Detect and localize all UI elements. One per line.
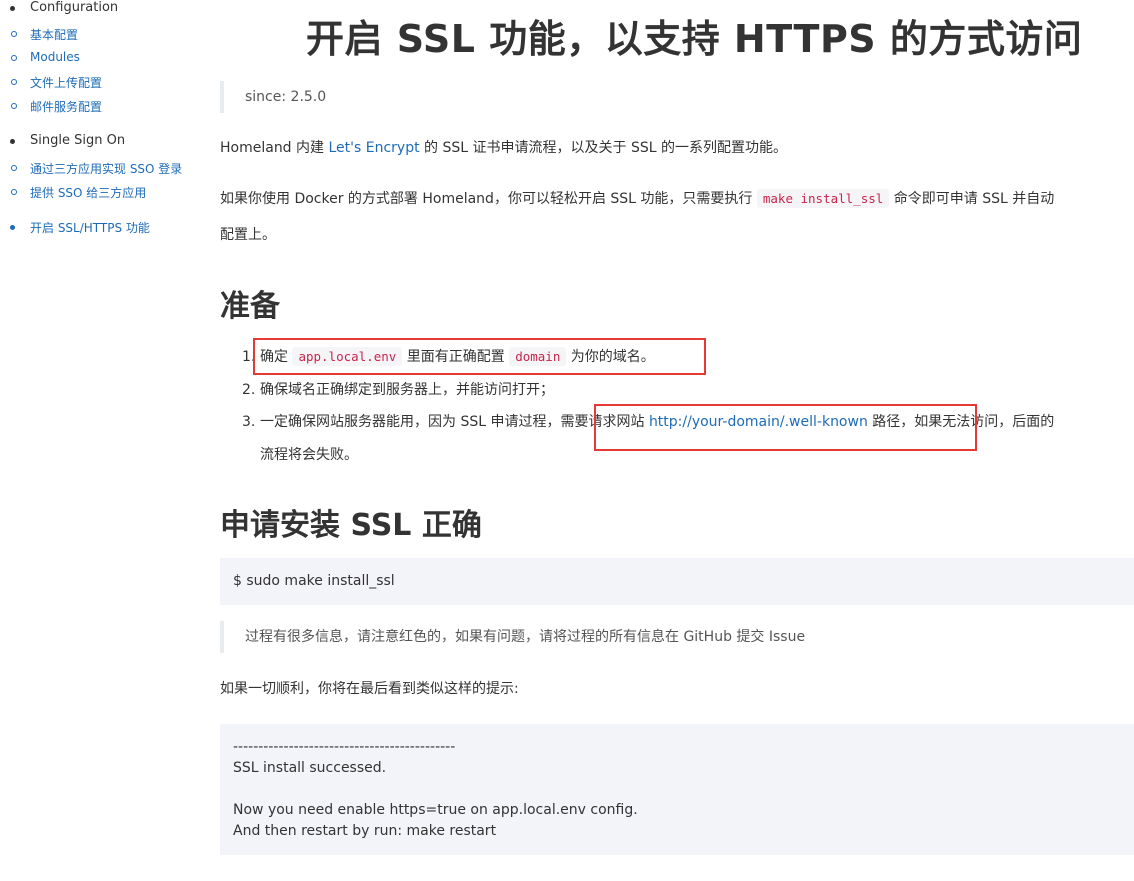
sidebar-item-label: 邮件服务配置 (30, 100, 103, 114)
main-content: 开启 SSL 功能，以支持 HTTPS 的方式访问 since: 2.5.0 H… (220, 0, 1134, 881)
docker-paragraph-line2: 配置上。 (220, 227, 276, 243)
sidebar: Configuration 基本配置 Modules 文件上传配置 邮件服务配置… (0, 0, 200, 881)
sidebar-item-label: 通过三方应用实现 SSO 登录 (30, 162, 183, 176)
bullet-icon (10, 225, 15, 230)
output-line: SSL install successed. (233, 760, 387, 776)
sidebar-item-label: 文件上传配置 (30, 76, 103, 90)
docker-paragraph: 如果你使用 Docker 的方式部署 Homeland，你可以轻松开启 SSL … (220, 189, 1054, 209)
lets-encrypt-link[interactable]: Let's Encrypt (328, 140, 419, 156)
intro-paragraph: Homeland 内建 Let's Encrypt 的 SSL 证书申请流程，以… (220, 138, 787, 158)
docker-suffix: 命令即可申请 SSL 并自动 (889, 191, 1055, 207)
install-command-text: $ sudo make install_ssl (233, 573, 395, 589)
sidebar-item-label: Modules (30, 50, 80, 64)
sidebar-item-label: 提供 SSO 给三方应用 (30, 186, 147, 200)
circle-bullet-icon (11, 31, 17, 37)
item3-prefix: 一定确保网站服务器能用，因为 SSL 申请过程，需要请求网站 (260, 414, 649, 430)
sidebar-section-label: Single Sign On (30, 133, 126, 148)
circle-bullet-icon (11, 55, 17, 61)
list-item-text: 确保域名正确绑定到服务器上，并能访问打开； (260, 382, 554, 398)
since-text: since: 2.5.0 (245, 89, 327, 105)
output-code-block: ----------------------------------------… (220, 724, 1134, 855)
circle-bullet-icon (11, 165, 17, 171)
output-line: And then restart by run: make restart (233, 823, 497, 839)
output-line: ----------------------------------------… (233, 739, 456, 755)
list-item-text: 流程将会失败。 (260, 447, 358, 463)
success-intro-paragraph: 如果一切顺利，你将在最后看到类似这样的提示: (220, 681, 519, 697)
circle-bullet-icon (11, 79, 17, 85)
install-note-text: 过程有很多信息，请注意红色的，如果有问题，请将过程的所有信息在 GitHub 提… (245, 629, 806, 645)
output-line: Now you need enable https=true on app.lo… (233, 802, 638, 818)
circle-bullet-icon (11, 189, 17, 195)
highlight-box-item1 (253, 338, 706, 375)
intro-suffix: 的 SSL 证书申请流程，以及关于 SSL 的一系列配置功能。 (419, 140, 787, 156)
docker-prefix: 如果你使用 Docker 的方式部署 Homeland，你可以轻松开启 SSL … (220, 191, 757, 207)
bullet-icon (10, 139, 15, 144)
circle-bullet-icon (11, 103, 17, 109)
install-command-block: $ sudo make install_ssl (220, 558, 1134, 605)
sidebar-section-label: Configuration (30, 0, 119, 15)
list-number: 2. (242, 382, 256, 398)
bullet-icon (10, 6, 15, 11)
intro-prefix: Homeland 内建 (220, 140, 329, 156)
list-number: 3. (242, 414, 256, 430)
heading-prepare: 准备 (220, 289, 280, 324)
page-title: 开启 SSL 功能，以支持 HTTPS 的方式访问 (306, 17, 1083, 61)
sidebar-section-label: 开启 SSL/HTTPS 功能 (30, 221, 150, 235)
heading-install: 申请安装 SSL 正确 (220, 508, 482, 543)
highlight-box-item3 (594, 404, 977, 451)
since-note: since: 2.5.0 (220, 81, 326, 113)
install-note: 过程有很多信息，请注意红色的，如果有问题，请将过程的所有信息在 GitHub 提… (220, 621, 805, 653)
sidebar-item-label: 基本配置 (30, 28, 79, 42)
inline-code-make-install-ssl: make install_ssl (756, 189, 890, 208)
